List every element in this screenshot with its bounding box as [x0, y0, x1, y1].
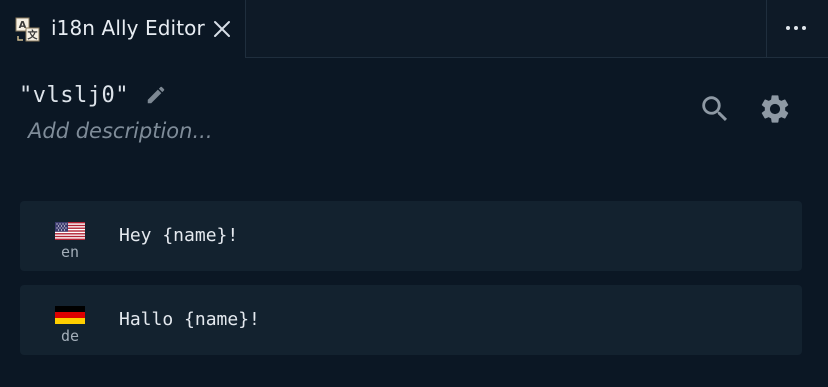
locale-label: en: [60, 243, 80, 261]
svg-text:文: 文: [28, 29, 39, 42]
ellipsis-icon: [786, 26, 806, 30]
key-header: "vlslj0": [19, 80, 167, 110]
svg-text:A: A: [19, 20, 27, 31]
more-actions-button[interactable]: [766, 0, 828, 57]
translation-row-en[interactable]: en Hey {name}!: [20, 201, 802, 271]
gear-icon[interactable]: [758, 92, 792, 126]
close-icon[interactable]: [212, 19, 232, 39]
key-name: "vlslj0": [19, 82, 129, 108]
tab-title: i18n Ally Editor: [51, 16, 205, 40]
pencil-icon[interactable]: [145, 84, 167, 106]
tab-i18n-ally-editor[interactable]: A 文 i18n Ally Editor: [0, 0, 246, 58]
editor-tab-bar: A 文 i18n Ally Editor: [0, 0, 828, 58]
translate-icon: A 文: [15, 17, 40, 42]
translation-value[interactable]: Hey {name}!: [119, 225, 238, 246]
translation-row-de[interactable]: de Hallo {name}!: [20, 285, 802, 355]
locale-label: de: [60, 327, 80, 345]
search-icon[interactable]: [698, 92, 732, 126]
description-field[interactable]: Add description...: [28, 119, 213, 143]
germany-flag-icon: [55, 306, 85, 324]
translation-value[interactable]: Hallo {name}!: [119, 309, 260, 330]
us-flag-icon: [55, 222, 85, 240]
